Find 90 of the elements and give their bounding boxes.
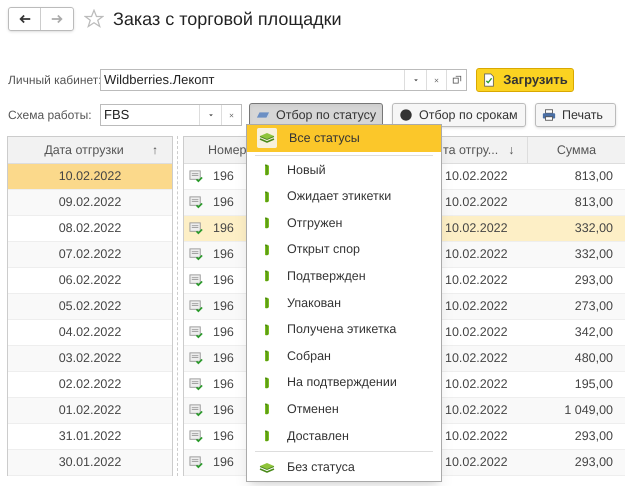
table-cell-text: 196 bbox=[212, 168, 235, 186]
sort-indicator: ↓ bbox=[508, 142, 514, 159]
table-cell-text: 342,00 bbox=[574, 324, 614, 342]
field-label: Схема работы: bbox=[8, 107, 93, 124]
circle-icon bbox=[399, 108, 413, 122]
favorite-button[interactable] bbox=[84, 9, 104, 29]
menu-item[interactable]: Открыт спор bbox=[247, 236, 441, 264]
table-cell-text: 10.02.2022 bbox=[444, 298, 509, 316]
table-cell-text: 196 bbox=[212, 454, 235, 472]
table-cell-text: 196 bbox=[212, 428, 235, 446]
table-cell-text: 480,00 bbox=[574, 350, 614, 368]
document-check-icon bbox=[188, 169, 204, 184]
menu-item[interactable]: Отгружен bbox=[247, 210, 441, 236]
column-title: та отгру... bbox=[443, 142, 498, 159]
open-icon bbox=[452, 75, 462, 85]
menu-item[interactable]: Упакован bbox=[247, 290, 441, 316]
field-label: Личный кабинет: bbox=[8, 72, 100, 89]
table-cell-text: 10.02.2022 bbox=[444, 428, 509, 446]
table-cell-text: 195,00 bbox=[574, 376, 614, 394]
table-cell-text: 10.02.2022 bbox=[444, 454, 509, 472]
table-cell-text: 813,00 bbox=[574, 168, 614, 186]
table-cell-text: 293,00 bbox=[574, 272, 614, 290]
document-check-icon bbox=[188, 429, 204, 444]
document-check-icon bbox=[188, 247, 204, 262]
date-row[interactable]: 05.02.2022 bbox=[8, 294, 172, 320]
table-cell-text: 293,00 bbox=[574, 454, 614, 472]
table-cell-text: 196 bbox=[212, 272, 235, 290]
table-cell-text: 10.02.2022 bbox=[444, 350, 509, 368]
column-title: Дата отгрузки bbox=[43, 142, 125, 159]
date-row[interactable]: 07.02.2022 bbox=[8, 242, 172, 268]
table-cell-text: 196 bbox=[212, 298, 235, 316]
table-cell-text: 10.02.2022 bbox=[444, 376, 509, 394]
scheme-field[interactable]: FBS bbox=[100, 104, 242, 126]
document-check-icon bbox=[188, 325, 204, 340]
table-cell-text: 10.02.2022 bbox=[444, 324, 509, 342]
table-cell-text: 196 bbox=[212, 220, 235, 238]
date-row[interactable]: 30.01.2022 bbox=[8, 450, 172, 476]
table-cell-text: 196 bbox=[212, 350, 235, 368]
menu-item[interactable]: Собран bbox=[247, 342, 441, 370]
table-cell-text: 10.02.2022 bbox=[444, 246, 509, 264]
table-cell-text: 10.02.2022 bbox=[444, 402, 509, 420]
table-cell-text: 196 bbox=[212, 194, 235, 212]
filter-button[interactable]: Печать bbox=[535, 103, 616, 127]
document-check-icon bbox=[188, 273, 204, 288]
date-row[interactable]: 03.02.2022 bbox=[8, 346, 172, 372]
menu-item[interactable]: Доставлен bbox=[247, 422, 441, 450]
table-cell-text: 813,00 bbox=[574, 194, 614, 212]
filter-button[interactable]: Отбор по срокам bbox=[392, 103, 526, 127]
column-title: Сумма bbox=[556, 142, 596, 159]
table-cell-text: 332,00 bbox=[574, 220, 614, 238]
menu-item[interactable]: Получена этикетка bbox=[247, 316, 441, 343]
table-cell-text: 273,00 bbox=[574, 298, 614, 316]
date-row[interactable]: 09.02.2022 bbox=[8, 190, 172, 216]
load-button[interactable]: Загрузить bbox=[476, 68, 574, 92]
menu-item[interactable]: Все статусы bbox=[247, 125, 441, 152]
star-icon bbox=[84, 9, 104, 29]
table-cell-text: 10.02.2022 bbox=[444, 194, 509, 212]
column-title: Номер bbox=[208, 142, 246, 159]
sort-indicator: ↑ bbox=[152, 142, 159, 159]
document-check-icon bbox=[482, 73, 496, 87]
back-arrow-icon bbox=[18, 12, 32, 26]
document-check-icon bbox=[188, 221, 204, 236]
table-cell-text: 10.02.2022 bbox=[444, 220, 509, 238]
document-check-icon bbox=[188, 455, 204, 470]
table-cell-text: 196 bbox=[212, 402, 235, 420]
menu-item[interactable]: Отменен bbox=[247, 396, 441, 423]
menu-item[interactable]: Подтвержден bbox=[247, 263, 441, 290]
table-cell-text: 10.02.2022 bbox=[444, 168, 509, 186]
document-check-icon bbox=[188, 299, 204, 314]
table-cell-text: 293,00 bbox=[574, 428, 614, 446]
document-check-icon bbox=[188, 195, 204, 210]
date-row[interactable]: 01.02.2022 bbox=[8, 398, 172, 424]
date-row[interactable]: 10.02.2022 bbox=[8, 164, 172, 190]
table-cell-text: 1 049,00 bbox=[563, 402, 614, 420]
table-cell-text: 196 bbox=[212, 324, 235, 342]
table-cell-text: 196 bbox=[212, 376, 235, 394]
window-title: Заказ с торговой площадки bbox=[113, 8, 342, 31]
document-check-icon bbox=[188, 377, 204, 392]
printer-icon bbox=[542, 108, 556, 122]
table-cell-text: 332,00 bbox=[574, 246, 614, 264]
account-field[interactable]: Wildberries.Лекопт bbox=[100, 69, 467, 91]
document-check-icon bbox=[188, 403, 204, 418]
table-cell-text: 196 bbox=[212, 246, 235, 264]
menu-item[interactable]: Ожидает этикетки bbox=[247, 183, 441, 210]
forward-arrow-icon bbox=[50, 12, 64, 26]
menu-item[interactable]: На подтверждении bbox=[247, 369, 441, 396]
document-check-icon bbox=[188, 351, 204, 366]
menu-item[interactable]: Новый bbox=[247, 156, 441, 184]
table-cell-text: 10.02.2022 bbox=[444, 272, 509, 290]
menu-item[interactable]: Без статуса bbox=[247, 454, 441, 481]
